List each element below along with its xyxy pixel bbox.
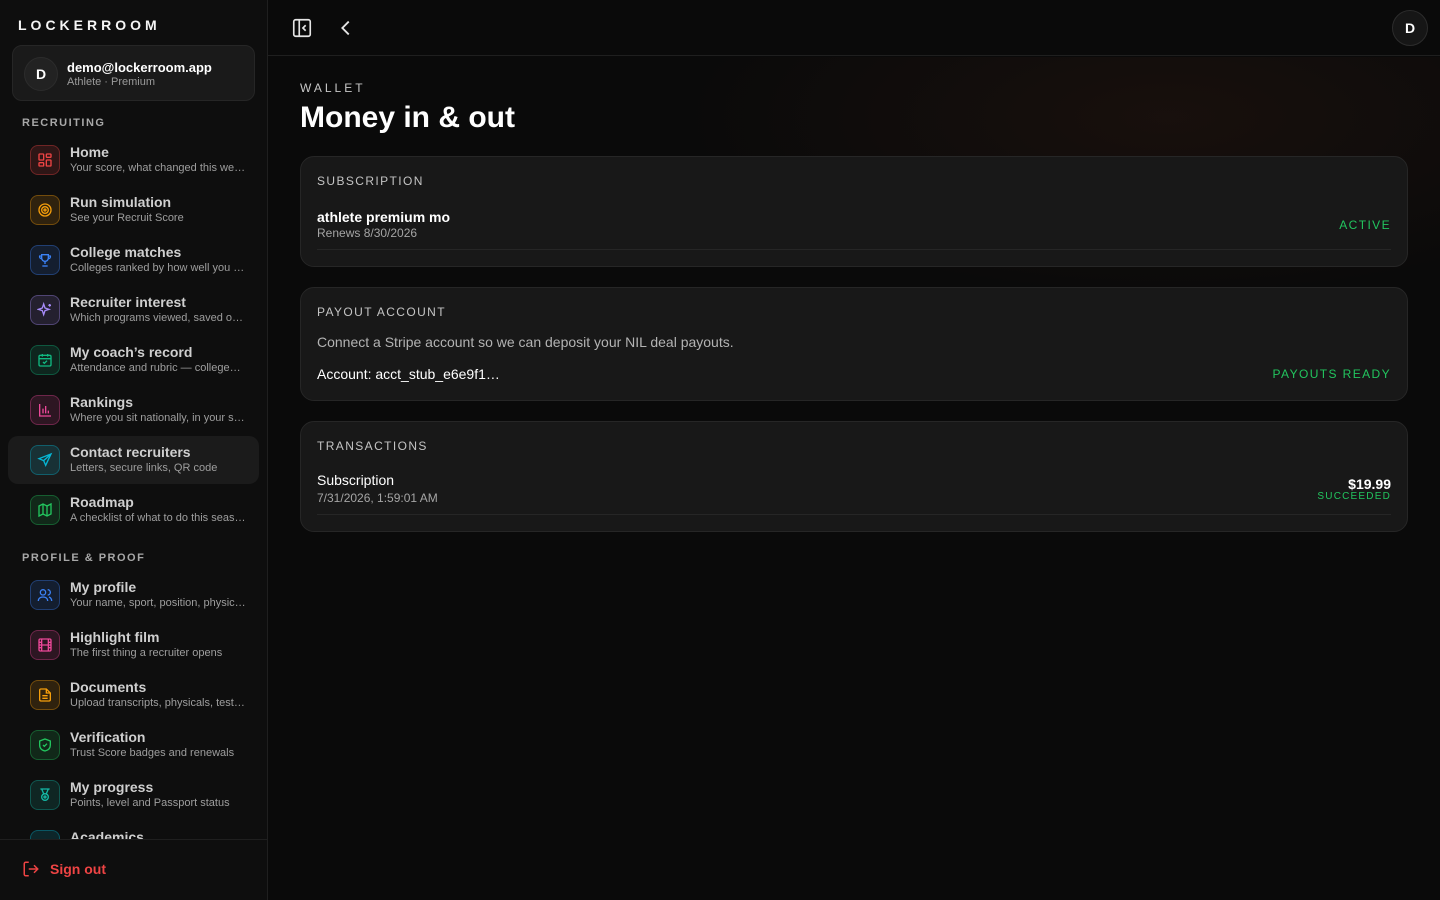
- sidebar: LOCKERROOM D demo@lockerroom.app Athlete…: [0, 0, 268, 900]
- transactions-card: TRANSACTIONS Subscription 7/31/2026, 1:5…: [300, 421, 1408, 532]
- file-text-icon: [30, 680, 60, 710]
- users-icon: [30, 580, 60, 610]
- sidebar-item-title: Rankings: [70, 394, 134, 410]
- shield-check-icon: [30, 730, 60, 760]
- subscription-label: SUBSCRIPTION: [317, 174, 424, 188]
- sidebar-item-subtitle: Points, level and Passport status: [70, 797, 230, 809]
- sidebar-item-title: Documents: [70, 679, 147, 695]
- toggle-sidebar-button[interactable]: [290, 16, 314, 40]
- sidebar-item-verification[interactable]: Verification Trust Score badges and rene…: [8, 721, 259, 769]
- sidebar-item-home[interactable]: Home Your score, what changed this we…: [8, 136, 259, 184]
- page-title: Money in & out: [300, 101, 515, 134]
- sign-out-button[interactable]: Sign out: [22, 860, 106, 878]
- subscription-plan: athlete premium mo: [317, 209, 451, 225]
- grid-icon: [30, 145, 60, 175]
- sidebar-footer: Sign out: [0, 839, 267, 900]
- sidebar-item-subtitle: Colleges ranked by how well you …: [70, 262, 245, 274]
- payout-status-badge: PAYOUTS READY: [1272, 367, 1391, 381]
- sidebar-item-title: My progress: [70, 779, 154, 795]
- sidebar-item-title: Roadmap: [70, 494, 134, 510]
- trophy-icon: [30, 245, 60, 275]
- sidebar-item-my-progress[interactable]: My progress Points, level and Passport s…: [8, 771, 259, 819]
- sidebar-item-subtitle: Letters, secure links, QR code: [70, 462, 218, 474]
- sidebar-nav: RECRUITING Home Your score, what changed…: [0, 110, 268, 839]
- divider: [317, 514, 1391, 515]
- sign-out-label: Sign out: [50, 861, 106, 877]
- account-role: Athlete · Premium: [67, 76, 156, 88]
- sidebar-item-title: Recruiter interest: [70, 294, 186, 310]
- sidebar-item-title: My coach’s record: [70, 344, 193, 360]
- sidebar-item-run-simulation[interactable]: Run simulation See your Recruit Score: [8, 186, 259, 234]
- user-avatar-button[interactable]: D: [1392, 10, 1428, 46]
- sidebar-item-subtitle: Which programs viewed, saved o…: [70, 312, 244, 324]
- calendar-check-icon: [30, 345, 60, 375]
- page-eyebrow: WALLET: [300, 81, 366, 95]
- sidebar-item-subtitle: Your name, sport, position, physic…: [70, 597, 246, 609]
- back-button[interactable]: [334, 16, 358, 40]
- sidebar-item-roadmap[interactable]: Roadmap A checklist of what to do this s…: [8, 486, 259, 534]
- transaction-amount: $19.99: [1348, 476, 1391, 492]
- divider: [317, 249, 1391, 250]
- sidebar-item-coach-record[interactable]: My coach’s record Attendance and rubric …: [8, 336, 259, 384]
- sidebar-item-title: Verification: [70, 729, 146, 745]
- sidebar-item-subtitle: See your Recruit Score: [70, 212, 184, 224]
- panel-left-close-icon: [292, 18, 312, 38]
- payout-account-id: Account: acct_stub_e6e9f1…: [317, 366, 500, 382]
- sidebar-item-subtitle: Where you sit nationally, in your s…: [70, 412, 245, 424]
- sidebar-item-title: Home: [70, 144, 109, 160]
- transaction-name: Subscription: [317, 472, 395, 488]
- sidebar-item-title: Academics: [70, 829, 144, 839]
- top-bar: D: [268, 0, 1440, 56]
- sidebar-item-academics[interactable]: Academics: [8, 821, 259, 839]
- send-icon: [30, 445, 60, 475]
- sidebar-item-title: College matches: [70, 244, 182, 260]
- academics-icon: [30, 830, 60, 839]
- sparkles-icon: [30, 295, 60, 325]
- sidebar-item-recruiter-interest[interactable]: Recruiter interest Which programs viewed…: [8, 286, 259, 334]
- transactions-label: TRANSACTIONS: [317, 439, 428, 453]
- logout-icon: [23, 861, 39, 877]
- sidebar-item-subtitle: Attendance and rubric — college…: [70, 362, 241, 374]
- sidebar-item-highlight-film[interactable]: Highlight film The first thing a recruit…: [8, 621, 259, 669]
- payout-label: PAYOUT ACCOUNT: [317, 305, 446, 319]
- account-card[interactable]: D demo@lockerroom.app Athlete · Premium: [12, 45, 255, 101]
- chevron-left-icon: [341, 20, 350, 36]
- sidebar-item-documents[interactable]: Documents Upload transcripts, physicals,…: [8, 671, 259, 719]
- sidebar-item-subtitle: Trust Score badges and renewals: [70, 747, 235, 759]
- account-email: demo@lockerroom.app: [67, 60, 212, 75]
- section-label-profile-proof: PROFILE & PROOF: [22, 552, 146, 564]
- subscription-status-badge: ACTIVE: [1339, 218, 1391, 232]
- subscription-card: SUBSCRIPTION athlete premium mo Renews 8…: [300, 156, 1408, 267]
- payout-account-card: PAYOUT ACCOUNT Connect a Stripe account …: [300, 287, 1408, 401]
- sidebar-item-title: Run simulation: [70, 194, 172, 210]
- account-avatar: D: [24, 57, 58, 91]
- sidebar-item-subtitle: Your score, what changed this we…: [70, 162, 246, 174]
- subscription-renews: Renews 8/30/2026: [317, 226, 418, 240]
- section-label-recruiting: RECRUITING: [22, 117, 106, 129]
- payout-description: Connect a Stripe account so we can depos…: [317, 334, 734, 350]
- sidebar-item-subtitle: Upload transcripts, physicals, test…: [70, 697, 245, 709]
- brand-logo: LOCKERROOM: [18, 17, 161, 33]
- main-content: WALLET Money in & out SUBSCRIPTION athle…: [268, 57, 1440, 900]
- sidebar-item-college-matches[interactable]: College matches Colleges ranked by how w…: [8, 236, 259, 284]
- sidebar-item-title: Contact recruiters: [70, 444, 191, 460]
- sidebar-item-title: My profile: [70, 579, 137, 595]
- sidebar-item-subtitle: The first thing a recruiter opens: [70, 647, 223, 659]
- sidebar-item-title: Highlight film: [70, 629, 160, 645]
- sidebar-item-my-profile[interactable]: My profile Your name, sport, position, p…: [8, 571, 259, 619]
- target-icon: [30, 195, 60, 225]
- sidebar-item-subtitle: A checklist of what to do this seas…: [70, 512, 246, 524]
- map-icon: [30, 495, 60, 525]
- sidebar-item-contact-recruiters[interactable]: Contact recruiters Letters, secure links…: [8, 436, 259, 484]
- transaction-status: SUCCEEDED: [1317, 491, 1391, 502]
- medal-icon: [30, 780, 60, 810]
- film-icon: [30, 630, 60, 660]
- bar-chart-icon: [30, 395, 60, 425]
- transaction-date: 7/31/2026, 1:59:01 AM: [317, 491, 438, 505]
- sidebar-item-rankings[interactable]: Rankings Where you sit nationally, in yo…: [8, 386, 259, 434]
